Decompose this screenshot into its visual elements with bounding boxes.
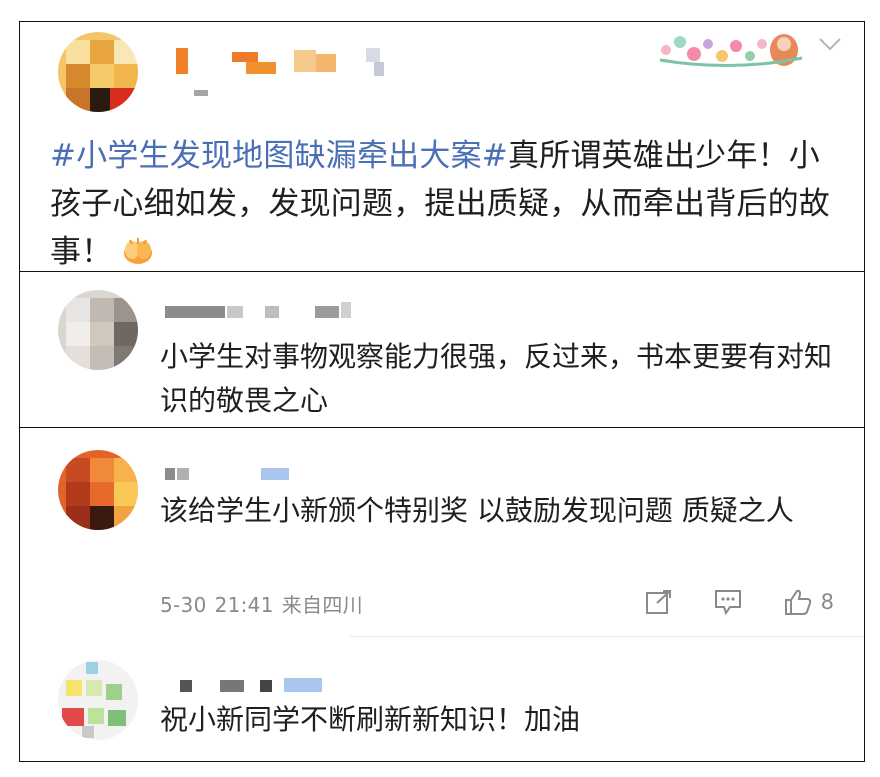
comment-location: 来自四川 (281, 593, 363, 617)
comment-date: 5-30 (160, 593, 207, 617)
clapping-hands-icon (120, 232, 156, 264)
post-body: #小学生发现地图缺漏牵出大案#真所谓英雄出少年！小孩子心细如发，发现问题，提出质… (50, 132, 840, 276)
comment-meta: 5-30 21:41 来自四川 (160, 589, 371, 618)
comment-time: 21:41 (214, 593, 274, 617)
avatar[interactable] (58, 290, 138, 370)
decorative-flower-banner-icon (659, 34, 803, 67)
share-button[interactable] (645, 589, 673, 615)
avatar[interactable] (58, 450, 138, 530)
like-count: 8 (820, 590, 834, 614)
comment-text: 该给学生小新颁个特别奖 以鼓励发现问题 质疑之人 (160, 494, 794, 527)
reply-button[interactable] (713, 588, 743, 616)
divider (350, 636, 864, 637)
like-button[interactable]: 8 (783, 588, 834, 616)
username-blurred[interactable] (176, 48, 396, 98)
avatar[interactable] (58, 660, 138, 740)
comment-icon (714, 590, 741, 616)
username-blurred[interactable] (180, 676, 350, 698)
comment-text: 祝小新同学不断刷新新知识！加油 (160, 703, 581, 736)
comment-text: 小学生对事物观察能力很强，反过来，书本更要有对知识的敬畏之心 (160, 340, 833, 417)
share-icon (645, 590, 671, 614)
username-blurred[interactable] (165, 464, 325, 486)
comment-card: 小学生对事物观察能力很强，反过来，书本更要有对知识的敬畏之心 (19, 271, 865, 428)
username-blurred[interactable] (165, 302, 365, 324)
hashtag-link[interactable]: #小学生发现地图缺漏牵出大案# (50, 138, 508, 174)
comment-card: 该给学生小新颁个特别奖 以鼓励发现问题 质疑之人 5-30 21:41 来自四川 8 (19, 427, 865, 762)
post-card: #小学生发现地图缺漏牵出大案#真所谓英雄出少年！小孩子心细如发，发现问题，提出质… (19, 21, 865, 272)
comment-actions: 8 (645, 588, 834, 616)
chevron-down-icon[interactable] (818, 36, 842, 52)
avatar[interactable] (58, 32, 138, 112)
thumbs-up-icon (784, 589, 811, 615)
